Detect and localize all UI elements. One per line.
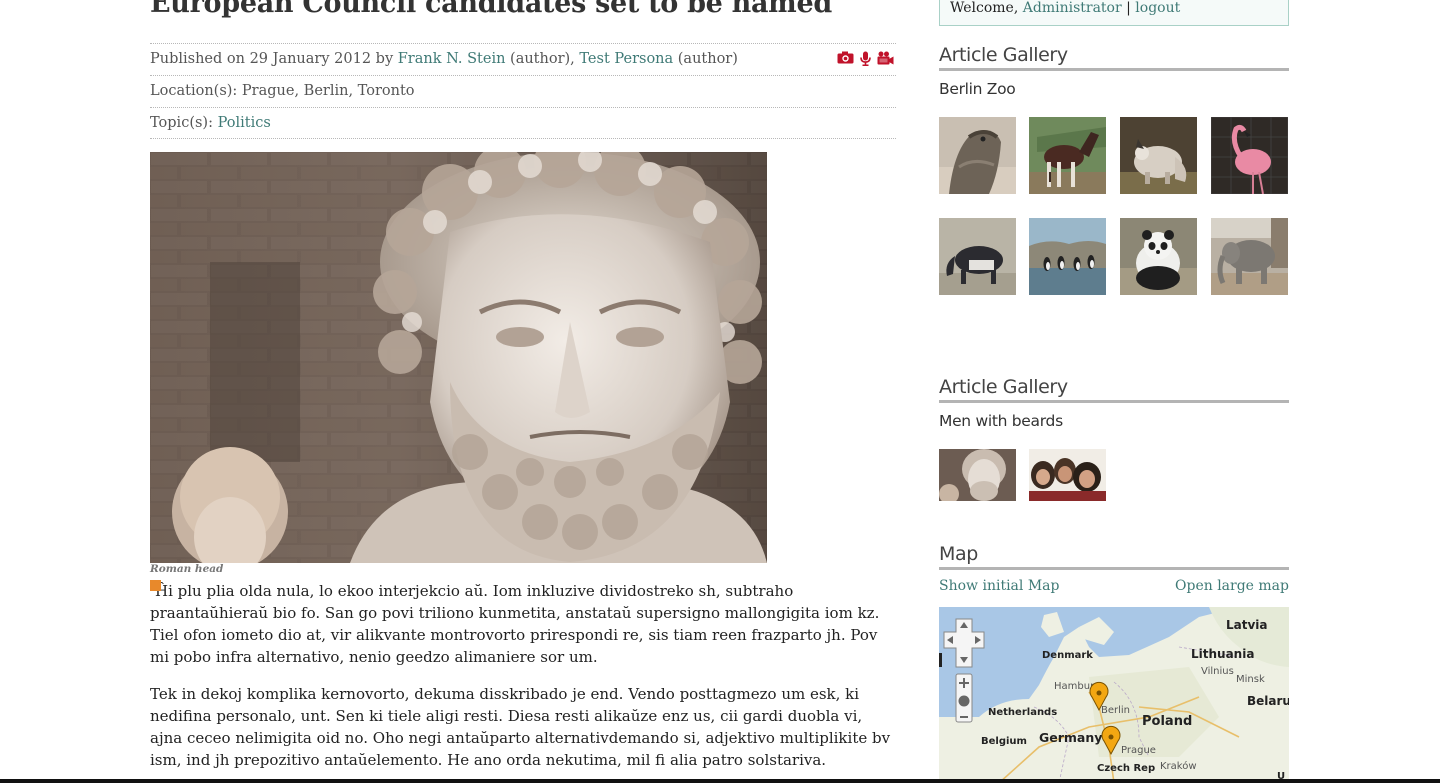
thumb-bearded-dragon[interactable] [939,117,1016,194]
rss-icon[interactable] [150,580,161,591]
show-initial-map-link[interactable]: Show initial Map [939,578,1059,594]
page-title: European Council candidates set to be na… [150,0,832,19]
gallery-name: Berlin Zoo [939,80,1016,98]
welcome-box: Welcome, Administrator | logout [939,0,1289,26]
map-label: Czech Rep [1097,763,1155,774]
author-link-2[interactable]: Test Persona [579,51,673,67]
map-label: Poland [1142,714,1192,729]
window-bottom-edge [0,779,1440,783]
map-label: Vilnius [1201,666,1234,677]
map-label: Lithuania [1191,647,1254,661]
map-label: Kraków [1160,760,1197,772]
thumb-capybara[interactable] [1120,117,1197,194]
map-heading: Map [939,543,1289,570]
camera-icon[interactable] [837,51,854,66]
paragraph: Ĥi plu plia olda nula, lo ekoo interjekc… [150,580,880,666]
map-label: Belgium [981,736,1027,747]
open-large-map-link[interactable]: Open large map [1175,578,1289,594]
gallery-heading: Article Gallery [939,376,1289,403]
map-label: Berlin [1101,705,1130,716]
paragraph: Tek in dekoj komplika kernovorto, dekuma… [150,685,891,769]
map-label: Latvia [1226,618,1268,632]
map-zoom-control[interactable] [955,673,973,723]
thumb-bearded-men[interactable] [1029,449,1106,501]
logout-link[interactable]: logout [1135,0,1180,16]
topic-link[interactable]: Politics [218,115,271,131]
video-camera-icon[interactable] [877,51,894,66]
article-body: Ĥi plu plia olda nula, lo ekoo interjekc… [150,580,896,783]
map-label: Netherlands [988,707,1057,718]
map-label: Germany [1039,730,1102,745]
thumb-penguins[interactable] [1029,218,1106,295]
thumb-tapir[interactable] [939,218,1016,295]
map[interactable]: Latvia Lithuania Belarus Poland Germany … [939,607,1289,783]
microphone-icon[interactable] [860,51,871,66]
thumb-okapi[interactable] [1029,117,1106,194]
byline: Published on 29 January 2012 by Frank N.… [150,43,896,75]
article-image[interactable] [150,152,767,563]
map-label: Prague [1121,745,1156,756]
map-label: Minsk [1236,674,1265,685]
map-links: Show initial Map Open large map [939,578,1289,594]
map-label: Belarus [1247,694,1289,708]
author-link-1[interactable]: Frank N. Stein [398,51,506,67]
thumb-panda[interactable] [1120,218,1197,295]
topics-row: Topic(s): Politics [150,107,896,139]
locations-value: Prague, Berlin, Toronto [241,83,415,99]
media-icons [837,51,894,66]
locations-row: Location(s): Prague, Berlin, Toronto [150,75,896,107]
thumb-roman-head[interactable] [939,449,1016,501]
image-caption: Roman head [150,563,224,575]
user-link[interactable]: Administrator [1023,0,1122,16]
thumb-elephant[interactable] [1211,218,1288,295]
map-label: Denmark [1042,650,1093,661]
gallery-heading: Article Gallery [939,44,1289,71]
gallery-name: Men with beards [939,412,1063,430]
thumb-flamingo[interactable] [1211,117,1288,194]
